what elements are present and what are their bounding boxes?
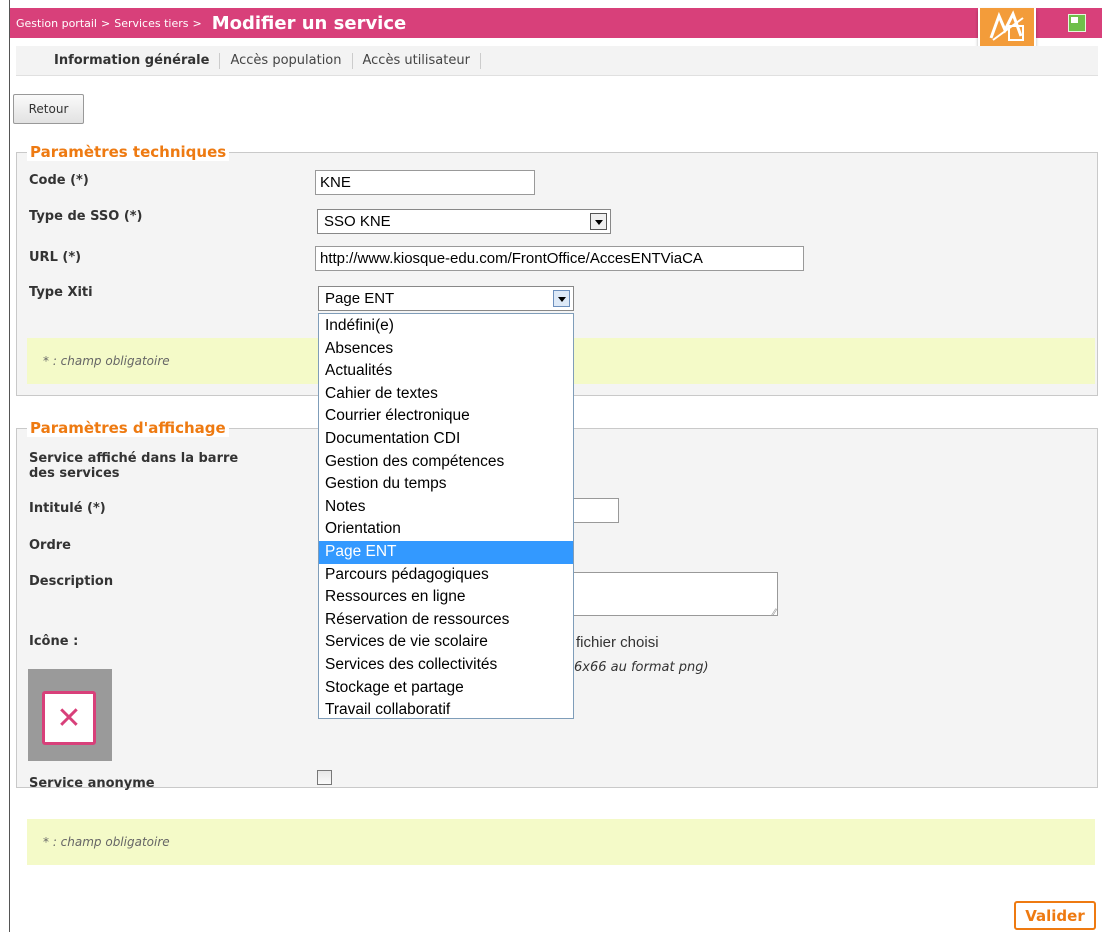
- dropdown-option[interactable]: Gestion des compétences: [319, 451, 573, 474]
- service-bar-label: Service affiché dans la barre: [29, 451, 239, 466]
- required-fields-note-2: * : champ obligatoire: [27, 819, 1095, 865]
- dropdown-option[interactable]: Travail collaboratif: [319, 699, 573, 722]
- description-textarea[interactable]: [570, 572, 778, 618]
- dropdown-option[interactable]: Parcours pédagogiques: [319, 564, 573, 587]
- url-label: URL (*): [29, 250, 82, 265]
- service-bar-label-line2: des services: [29, 466, 120, 481]
- dropdown-option[interactable]: Indéfini(e): [319, 315, 573, 338]
- back-button[interactable]: Retour: [13, 94, 84, 124]
- dropdown-option[interactable]: Cahier de textes: [319, 383, 573, 406]
- page-title: Modifier un service: [211, 12, 407, 34]
- dropdown-option-selected[interactable]: Page ENT: [319, 540, 573, 564]
- description-label: Description: [29, 574, 114, 589]
- dropdown-option[interactable]: Absences: [319, 338, 573, 361]
- order-label: Ordre: [29, 538, 71, 553]
- breadcrumb-item-services-tiers[interactable]: Services tiers: [114, 17, 188, 30]
- restore-window-icon[interactable]: [1068, 14, 1086, 32]
- dropdown-option[interactable]: Orientation: [319, 518, 573, 541]
- display-settings-legend: Paramètres d'affichage: [27, 419, 229, 437]
- window-frame-left: [9, 0, 10, 932]
- submit-button[interactable]: Valider: [1014, 901, 1096, 930]
- tab-information-generale[interactable]: Information générale: [46, 52, 221, 69]
- xiti-type-label: Type Xiti: [29, 285, 93, 300]
- anonymous-service-label: Service anonyme: [29, 776, 155, 791]
- icon-size-hint: 6x66 au format png): [574, 660, 709, 675]
- dropdown-option[interactable]: Notes: [319, 496, 573, 519]
- dropdown-option[interactable]: Réservation de ressources: [319, 609, 573, 632]
- tab-bar: Information générale Accès population Ac…: [16, 46, 1098, 76]
- chevron-down-icon[interactable]: [553, 290, 570, 307]
- dropdown-option[interactable]: Services de vie scolaire: [319, 631, 573, 654]
- dropdown-option[interactable]: Ressources en ligne: [319, 586, 573, 609]
- page-header: Gestion portail > Services tiers > Modifier…: [10, 8, 1102, 48]
- edit-service-icon[interactable]: [978, 8, 1036, 48]
- title-label: Intitulé (*): [29, 501, 106, 516]
- xiti-type-select[interactable]: Page ENT: [318, 286, 574, 311]
- icon-label: Icône :: [29, 634, 79, 649]
- url-field[interactable]: http://www.kiosque-edu.com/FrontOffice/A…: [315, 246, 804, 271]
- close-icon: ✕: [42, 691, 96, 745]
- dropdown-option[interactable]: Courrier électronique: [319, 405, 573, 428]
- technical-settings-legend: Paramètres techniques: [27, 143, 230, 161]
- sso-type-label: Type de SSO (*): [29, 209, 143, 224]
- anonymous-service-checkbox[interactable]: [317, 770, 332, 785]
- breadcrumb-separator: >: [101, 16, 111, 30]
- dropdown-option[interactable]: Services des collectivités: [319, 654, 573, 677]
- xiti-type-dropdown-list[interactable]: Indéfini(e) Absences Actualités Cahier d…: [318, 313, 574, 719]
- tab-acces-population[interactable]: Accès population: [220, 52, 353, 69]
- tab-acces-utilisateur[interactable]: Accès utilisateur: [353, 52, 481, 69]
- service-icon-preview: ✕: [28, 669, 112, 761]
- breadcrumb: Gestion portail > Services tiers >: [10, 17, 206, 30]
- dropdown-option[interactable]: Documentation CDI: [319, 428, 573, 451]
- code-label: Code (*): [29, 173, 89, 188]
- xiti-type-value: Page ENT: [325, 290, 395, 307]
- breadcrumb-item-gestion-portail[interactable]: Gestion portail: [16, 17, 97, 30]
- code-field[interactable]: KNE: [315, 170, 535, 195]
- dropdown-option[interactable]: Actualités: [319, 360, 573, 383]
- sso-type-value: SSO KNE: [324, 213, 391, 230]
- dropdown-option[interactable]: Gestion du temps: [319, 473, 573, 496]
- dropdown-option[interactable]: Stockage et partage: [319, 677, 573, 700]
- sso-type-select[interactable]: SSO KNE: [317, 209, 611, 234]
- breadcrumb-separator: >: [192, 16, 202, 30]
- file-status-text: fichier choisi: [576, 634, 659, 651]
- chevron-down-icon[interactable]: [590, 213, 607, 230]
